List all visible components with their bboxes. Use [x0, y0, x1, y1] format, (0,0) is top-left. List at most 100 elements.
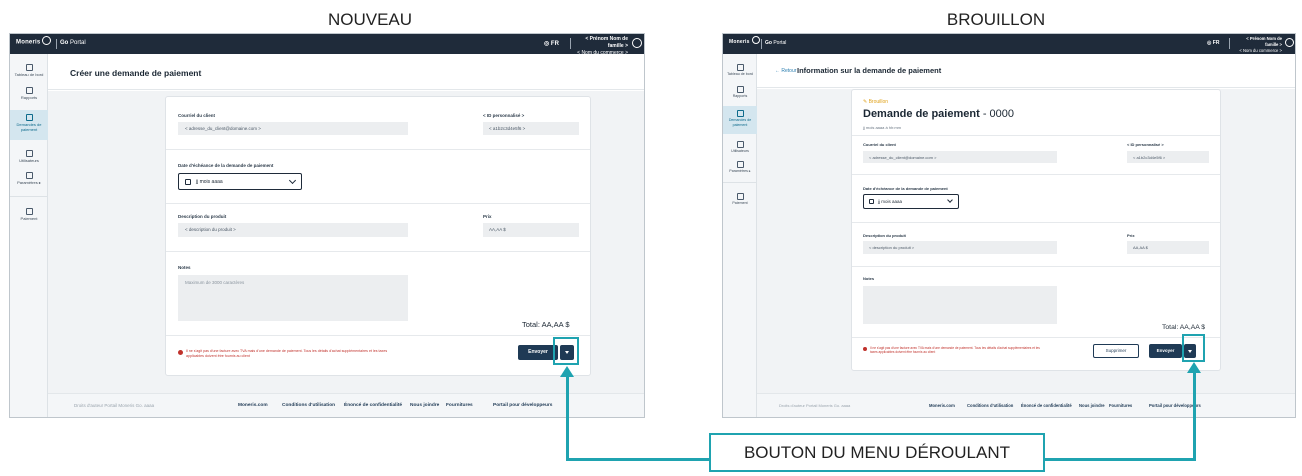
- email-label: Courriel du client: [863, 142, 896, 147]
- footer-link-supplies[interactable]: Fournitures: [446, 403, 473, 408]
- sidebar-item-payment-requests[interactable]: Demandes de paiement: [10, 110, 48, 140]
- sidebar-item-users[interactable]: Utilisateurs: [723, 141, 757, 154]
- users-icon: [736, 141, 744, 148]
- custom-id-field[interactable]: < a1b2c3d4e5f6 >: [483, 122, 579, 135]
- page-header: Créer une demande de paiement: [48, 54, 644, 90]
- footer-link-moneris[interactable]: Moneris.com: [929, 403, 955, 408]
- notes-label: Notes: [863, 276, 875, 281]
- send-button[interactable]: Envoyer: [518, 345, 558, 360]
- payment-requests-icon: [25, 114, 33, 121]
- screenshot-draft: Moneris Go Portal ◎ FR < Prénom Nom de f…: [722, 33, 1296, 418]
- price-field[interactable]: AA,AA $: [1127, 241, 1209, 254]
- calendar-icon: [185, 179, 191, 185]
- payment-request-form: Courriel du client < adresse_du_client@d…: [165, 96, 591, 376]
- dashboard-icon: [736, 64, 744, 71]
- warning-icon: [863, 347, 867, 351]
- page-title: Créer une demande de paiement: [70, 68, 202, 78]
- chevron-down-icon: [947, 197, 953, 203]
- top-bar: Moneris Go Portal ◎ FR < Prénom Nom de f…: [723, 34, 1295, 54]
- send-button[interactable]: Envoyer: [1149, 344, 1182, 358]
- account-icon[interactable]: [632, 38, 642, 48]
- connector-left-horizontal: [566, 458, 710, 461]
- user-menu[interactable]: < Prénom Nom de famille > < Nom du commer…: [1234, 36, 1282, 54]
- custom-id-label: < ID personnalisé >: [1127, 142, 1164, 147]
- product-description-field[interactable]: < description du produit >: [863, 241, 1057, 254]
- sidebar-item-payment[interactable]: Paiement: [723, 182, 757, 206]
- payment-request-form: ✎ Brouillon Demande de paiement - 0000 j…: [851, 89, 1221, 371]
- total-amount: Total: AA,AA $: [1162, 324, 1206, 331]
- footer-link-privacy[interactable]: Énoncé de confidentialité: [344, 403, 402, 408]
- tax-warning: Il ne s'agit pas d'une facture avec TVA …: [870, 346, 1040, 355]
- connector-left-vertical: [566, 375, 569, 461]
- arrow-up-left-icon: [560, 366, 574, 377]
- moneris-logo: Moneris: [729, 36, 760, 45]
- email-field[interactable]: < adresse_du_client@domaine.com >: [863, 151, 1057, 163]
- footer-link-terms[interactable]: Conditions d'utilisation: [967, 403, 1013, 408]
- highlight-dropdown-draft: [1182, 334, 1205, 362]
- settings-icon: [736, 161, 744, 168]
- account-icon[interactable]: [1285, 38, 1294, 47]
- settings-icon: [25, 172, 33, 179]
- product-description-label: Description du produit: [178, 214, 227, 219]
- sidebar-item-payment-requests[interactable]: Demandes de paiement: [723, 106, 757, 134]
- page-title: Information sur la demande de paiement: [797, 66, 942, 75]
- request-heading: Demande de paiement - 0000: [863, 108, 1015, 120]
- total-amount: Total: AA,AA $: [522, 320, 570, 329]
- dashboard-icon: [25, 64, 33, 71]
- footer: Droits d'auteur Portail Moneris Go. aaaa…: [757, 393, 1295, 417]
- price-label: Prix: [1127, 233, 1135, 238]
- product-name: Go Portal: [60, 40, 86, 46]
- back-link[interactable]: ← Retour: [775, 68, 796, 74]
- moneris-logo: Moneris: [16, 36, 52, 46]
- footer: Droits d'auteur Portail Moneris Go. aaaa…: [48, 393, 644, 417]
- footer-link-privacy[interactable]: Énoncé de confidentialité: [1021, 403, 1072, 408]
- language-selector[interactable]: ◎ FR: [544, 40, 559, 47]
- price-label: Prix: [483, 214, 492, 219]
- notes-textarea[interactable]: Maximum de 3000 caractères: [178, 275, 408, 321]
- custom-id-label: < ID personnalisé >: [483, 113, 525, 118]
- sidebar: Tableau de bord Rapports Demandes de pai…: [723, 54, 757, 417]
- warning-icon: [178, 350, 183, 355]
- caption-draft: BROUILLON: [946, 10, 1046, 29]
- sidebar-item-users[interactable]: Utilisateurs: [10, 150, 48, 163]
- footer-link-moneris[interactable]: Moneris.com: [238, 403, 268, 408]
- connector-right-horizontal: [1044, 458, 1196, 461]
- notes-label: Notes: [178, 265, 191, 270]
- due-date-picker[interactable]: jj mois aaaa: [178, 173, 302, 190]
- footer-copyright: Droits d'auteur Portail Moneris Go. aaaa: [779, 403, 851, 408]
- calendar-icon: [869, 199, 874, 204]
- users-icon: [25, 150, 33, 157]
- custom-id-field[interactable]: < a1b2c3d4e5f6 >: [1127, 151, 1209, 163]
- arrow-up-right-icon: [1187, 362, 1201, 373]
- delete-button[interactable]: Supprimer: [1093, 344, 1139, 358]
- sidebar-item-dashboard[interactable]: Tableau de bord: [10, 64, 48, 77]
- price-field[interactable]: AA,AA $: [483, 223, 579, 237]
- reports-icon: [25, 87, 33, 94]
- notes-textarea[interactable]: [863, 286, 1057, 324]
- callout-dropdown-button: BOUTON DU MENU DÉROULANT: [709, 433, 1045, 472]
- footer-copyright: Droits d'auteur Portail Moneris Go. aaaa: [74, 403, 155, 408]
- due-date-label: Date d'échéance de la demande de paiemen…: [178, 163, 274, 168]
- language-selector[interactable]: ◎ FR: [1207, 40, 1219, 46]
- due-date-label: Date d'échéance de la demande de paiemen…: [863, 186, 948, 191]
- sidebar-item-dashboard[interactable]: Tableau de bord: [723, 64, 757, 77]
- email-label: Courriel du client: [178, 113, 216, 118]
- top-bar: Moneris Go Portal ◎ FR < Prénom Nom de f…: [10, 34, 644, 56]
- footer-link-developers[interactable]: Portail pour développeurs: [493, 403, 552, 408]
- tax-warning: Il ne s'agit pas d'une facture avec TVA …: [186, 349, 388, 358]
- sidebar-item-reports[interactable]: Rapports: [723, 86, 757, 99]
- sidebar-item-reports[interactable]: Rapports: [10, 87, 48, 100]
- caption-new: NOUVEAU: [327, 10, 413, 29]
- footer-link-terms[interactable]: Conditions d'utilisation: [282, 403, 335, 408]
- due-date-picker[interactable]: jj mois aaaa: [863, 194, 959, 209]
- product-description-field[interactable]: < description du produit >: [178, 223, 408, 237]
- footer-link-contact[interactable]: Nous joindre: [410, 403, 439, 408]
- reports-icon: [736, 86, 744, 93]
- sidebar-item-settings[interactable]: Paramètres ▸: [723, 161, 757, 174]
- sidebar: Tableau de bord Rapports Demandes de pai…: [10, 54, 48, 417]
- footer-link-contact[interactable]: Nous joindre: [1079, 403, 1105, 408]
- sidebar-item-payment[interactable]: Paiement: [10, 196, 48, 221]
- sidebar-item-settings[interactable]: Paramètres ▸: [10, 172, 48, 185]
- footer-link-supplies[interactable]: Fournitures: [1109, 403, 1132, 408]
- email-field[interactable]: < adresse_du_client@domaine.com >: [178, 122, 408, 135]
